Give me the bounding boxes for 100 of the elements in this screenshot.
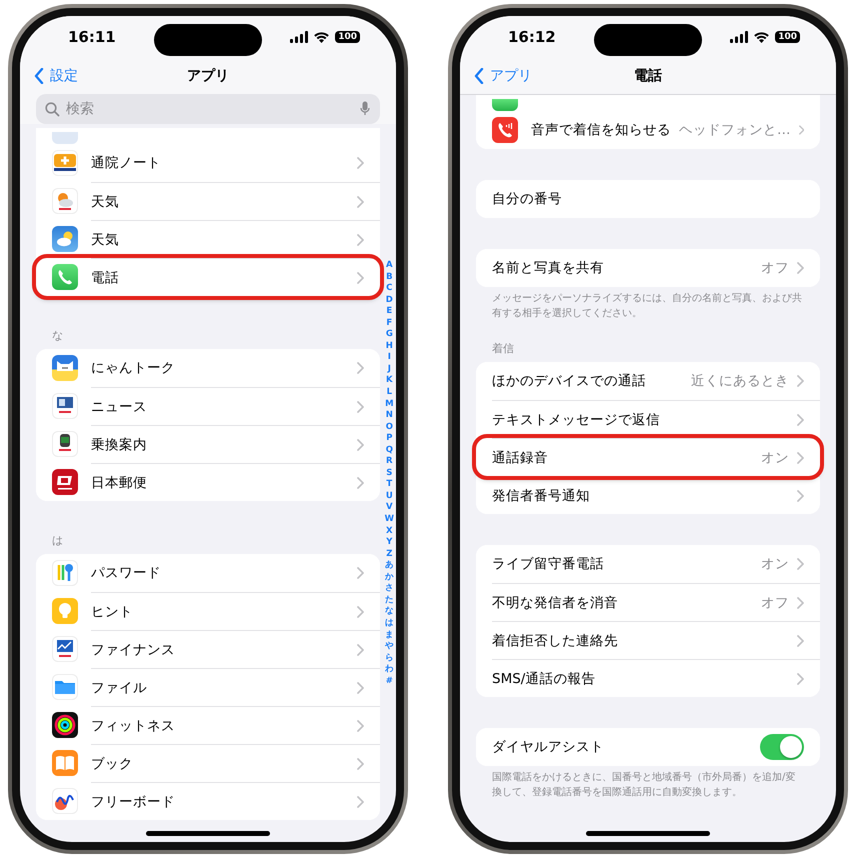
chevron-icon bbox=[357, 796, 364, 808]
index-letter[interactable]: F bbox=[386, 318, 392, 330]
section-header: な bbox=[52, 328, 63, 343]
row-label: 発信者番号通知 bbox=[492, 486, 591, 504]
index-letter[interactable]: ま bbox=[384, 630, 394, 642]
settings-row[interactable]: 電話 bbox=[36, 258, 380, 296]
chevron-icon bbox=[797, 414, 804, 426]
status-time: 16:12 bbox=[508, 28, 556, 46]
row-label: 通話録音 bbox=[492, 448, 549, 466]
index-letter[interactable]: O bbox=[386, 422, 393, 434]
row-label: 名前と写真を共有 bbox=[492, 259, 605, 277]
section-footer: メッセージをパーソナライズするには、自分の名前と写真、および共有する相手を選択してください。 bbox=[460, 287, 836, 321]
index-letter[interactable]: L bbox=[386, 387, 392, 399]
row-label: ヒント bbox=[91, 602, 134, 620]
cross-icon bbox=[52, 150, 78, 176]
row-value: オン bbox=[761, 555, 789, 573]
back-icon bbox=[474, 68, 484, 84]
index-letter[interactable]: V bbox=[386, 502, 393, 514]
row-label: 不明な発信者を消音 bbox=[492, 594, 619, 612]
index-letter[interactable]: H bbox=[386, 340, 393, 352]
index-letter[interactable]: R bbox=[386, 456, 393, 468]
index-letter[interactable]: A bbox=[386, 260, 393, 272]
search-field[interactable]: 検索 bbox=[36, 94, 380, 124]
parking-icon bbox=[52, 132, 78, 144]
chevron-icon bbox=[357, 606, 364, 618]
index-letter[interactable]: I bbox=[388, 352, 391, 364]
index-letter[interactable]: # bbox=[386, 676, 393, 688]
chevron-icon bbox=[357, 476, 364, 488]
row-label: 音声で着信を知らせる bbox=[531, 121, 671, 139]
index-letter[interactable]: な bbox=[384, 606, 394, 618]
row-label: 通院ノート bbox=[91, 154, 162, 172]
index-letter[interactable]: T bbox=[386, 479, 392, 491]
chevron-icon bbox=[797, 558, 804, 570]
search-icon bbox=[45, 102, 60, 117]
microphone-icon[interactable] bbox=[360, 101, 370, 117]
chevron-icon bbox=[797, 375, 804, 387]
battery-indicator: 100 bbox=[335, 31, 360, 43]
chevron-icon bbox=[357, 234, 364, 246]
row-label: フィットネス bbox=[91, 716, 176, 734]
section-footer: 国際電話をかけるときに、国番号と地域番号（市外局番）を追加/変換して、登録電話番号を国際通話用に自動変換します。 bbox=[460, 766, 836, 800]
index-letter[interactable]: た bbox=[384, 594, 394, 606]
index-letter[interactable]: U bbox=[386, 490, 393, 502]
signal-icon bbox=[290, 31, 308, 43]
chevron-icon bbox=[357, 362, 364, 374]
chart-icon bbox=[52, 636, 78, 662]
back-button[interactable]: 設定 bbox=[20, 67, 78, 85]
chevron-icon bbox=[357, 438, 364, 450]
row-label: 電話 bbox=[91, 268, 120, 286]
index-letter[interactable]: ら bbox=[384, 652, 394, 664]
row-label: ファイル bbox=[91, 678, 148, 696]
back-icon bbox=[34, 68, 44, 84]
toggle-switch[interactable] bbox=[760, 734, 804, 760]
index-letter[interactable]: E bbox=[386, 306, 392, 318]
row-label: ニュース bbox=[91, 398, 148, 416]
index-letter[interactable]: Y bbox=[386, 537, 392, 549]
index-letter[interactable]: C bbox=[386, 283, 392, 295]
index-letter[interactable]: S bbox=[386, 468, 392, 480]
index-letter[interactable]: J bbox=[388, 364, 391, 376]
index-letter[interactable]: B bbox=[386, 272, 393, 284]
nav-title: 電話 bbox=[634, 67, 662, 85]
index-letter[interactable]: Z bbox=[386, 548, 392, 560]
chevron-icon bbox=[797, 490, 804, 502]
index-letter[interactable]: か bbox=[384, 572, 394, 584]
index-letter[interactable]: N bbox=[386, 410, 393, 422]
index-letter[interactable]: D bbox=[386, 294, 393, 306]
row-label: 天気 bbox=[91, 230, 120, 248]
row-label: ファイナンス bbox=[91, 640, 176, 658]
back-button[interactable]: アプリ bbox=[460, 67, 532, 85]
chevron-icon bbox=[797, 262, 804, 274]
train-icon bbox=[52, 431, 78, 457]
newspaper-icon bbox=[52, 393, 78, 419]
wifi-icon bbox=[753, 31, 770, 43]
chevron-icon bbox=[357, 644, 364, 656]
index-letter[interactable]: M bbox=[385, 398, 394, 410]
index-letter[interactable]: や bbox=[384, 641, 394, 653]
index-letter[interactable]: P bbox=[386, 433, 392, 445]
settings-row[interactable]: 通話録音 オン bbox=[476, 438, 820, 476]
chevron-icon bbox=[357, 196, 364, 208]
sun-cloud-icon bbox=[52, 188, 78, 214]
chevron-icon bbox=[357, 567, 364, 579]
index-letter[interactable]: K bbox=[386, 375, 393, 388]
chevron-icon bbox=[357, 720, 364, 732]
row-label: テキストメッセージで返信 bbox=[492, 410, 661, 428]
key-icon bbox=[52, 560, 78, 586]
index-letter[interactable]: Q bbox=[386, 444, 393, 456]
index-letter[interactable]: さ bbox=[384, 583, 394, 595]
row-label: 着信拒否した連絡先 bbox=[492, 632, 619, 650]
index-letter[interactable]: W bbox=[384, 514, 394, 526]
row-value: 近くにあるとき bbox=[691, 372, 789, 390]
row-label: ほかのデバイスでの通話 bbox=[492, 372, 647, 390]
squiggle-icon bbox=[52, 788, 78, 814]
index-letter[interactable]: あ bbox=[384, 560, 394, 572]
index-letter[interactable]: X bbox=[386, 526, 393, 538]
chevron-icon bbox=[797, 634, 804, 646]
index-letter[interactable]: は bbox=[384, 618, 394, 630]
index-letter[interactable]: わ bbox=[384, 664, 394, 676]
book-icon bbox=[52, 750, 78, 776]
index-letter[interactable]: G bbox=[386, 329, 393, 341]
phone-icon bbox=[52, 264, 78, 290]
lightbulb-icon bbox=[52, 598, 78, 624]
